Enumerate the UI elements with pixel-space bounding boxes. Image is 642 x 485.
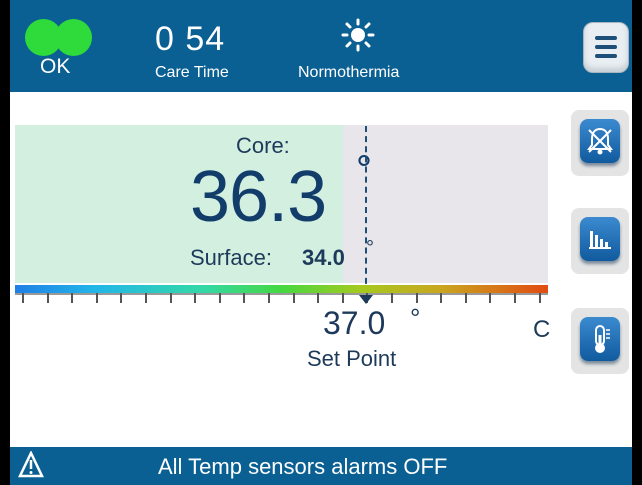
header-bar: OK 0 54 Care Time Normothermia: [10, 0, 632, 92]
scale-tick: [538, 293, 541, 303]
surface-temp-value: 34.0: [302, 245, 345, 270]
warning-icon: [18, 451, 44, 478]
bell-crossed-icon: [587, 127, 613, 155]
scale-tick: [71, 293, 74, 303]
scale-tick: [218, 293, 221, 303]
scale-tick: [22, 293, 24, 303]
scale-tick: [243, 293, 246, 303]
set-point-marker-line: [365, 126, 367, 294]
scale-tick: [268, 293, 270, 303]
scale-tick: [317, 293, 320, 303]
scale-tick: [489, 293, 492, 303]
thermometer-button[interactable]: [571, 308, 629, 374]
set-point-degree-symbol: °: [410, 303, 421, 333]
menu-button[interactable]: [583, 22, 629, 73]
alarm-off-button[interactable]: [571, 110, 629, 176]
set-point-arrow-icon: [359, 295, 373, 304]
scale-tick: [46, 293, 49, 303]
sun-icon: [341, 18, 375, 52]
scale-tick: [464, 293, 467, 303]
chart-button[interactable]: [571, 208, 629, 274]
scale-tick: [440, 293, 443, 303]
scale-tick: [514, 293, 516, 303]
status-ok-indicator-right: [55, 19, 92, 56]
scale-tick: [120, 293, 123, 303]
core-degree-symbol: °: [356, 148, 372, 192]
unit-label: C: [533, 316, 551, 343]
status-message: All Temp sensors alarms OFF: [158, 454, 448, 479]
set-point-label: Set Point: [307, 346, 397, 371]
surface-label: Surface:: [190, 245, 272, 270]
scale-tick: [415, 293, 418, 303]
status-bar: All Temp sensors alarms OFF: [10, 447, 632, 485]
scale-tick: [391, 293, 393, 303]
device-screen: OK 0 54 Care Time Normothermia Core: 36.…: [10, 0, 632, 485]
scale-tick: [194, 293, 197, 303]
set-point-value: 37.0: [323, 305, 386, 341]
mode-label: Normothermia: [298, 64, 400, 81]
surface-degree-symbol: °: [366, 237, 374, 259]
core-temp-value: 36.3: [190, 157, 327, 237]
scale-tick: [169, 293, 172, 303]
care-time-value: 0 54: [155, 20, 226, 58]
scale-tick: [341, 293, 344, 303]
scale-tick: [292, 293, 295, 303]
care-time-label: Care Time: [155, 64, 229, 81]
scale-tick: [145, 293, 147, 303]
temperature-scale-bar: [15, 285, 548, 293]
thermometer-icon: [595, 325, 610, 353]
core-label: Core:: [236, 133, 290, 158]
scale-tick: [95, 293, 98, 303]
status-label: OK: [40, 55, 71, 78]
bar-chart-icon: [589, 231, 611, 249]
